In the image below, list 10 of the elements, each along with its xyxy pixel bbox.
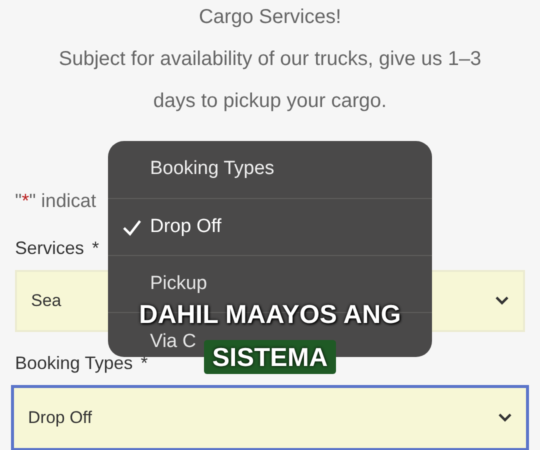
caption-text: SISTEMA <box>204 340 336 374</box>
intro-text: Cargo Services! <box>198 5 342 30</box>
caption-text: DAHIL MAAYOS ANG <box>139 300 401 328</box>
required-note: "*" indicat <box>15 190 96 214</box>
menu-title: Booking Types <box>149 157 276 182</box>
required-mark: * <box>140 352 148 374</box>
intro-text: Subject for availability of our trucks, give us 1–3 days to pickup your cargo. <box>58 47 482 114</box>
field-label: Booking Types <box>15 352 133 375</box>
field-label: Services <box>15 236 84 260</box>
required-mark: * <box>92 236 100 260</box>
